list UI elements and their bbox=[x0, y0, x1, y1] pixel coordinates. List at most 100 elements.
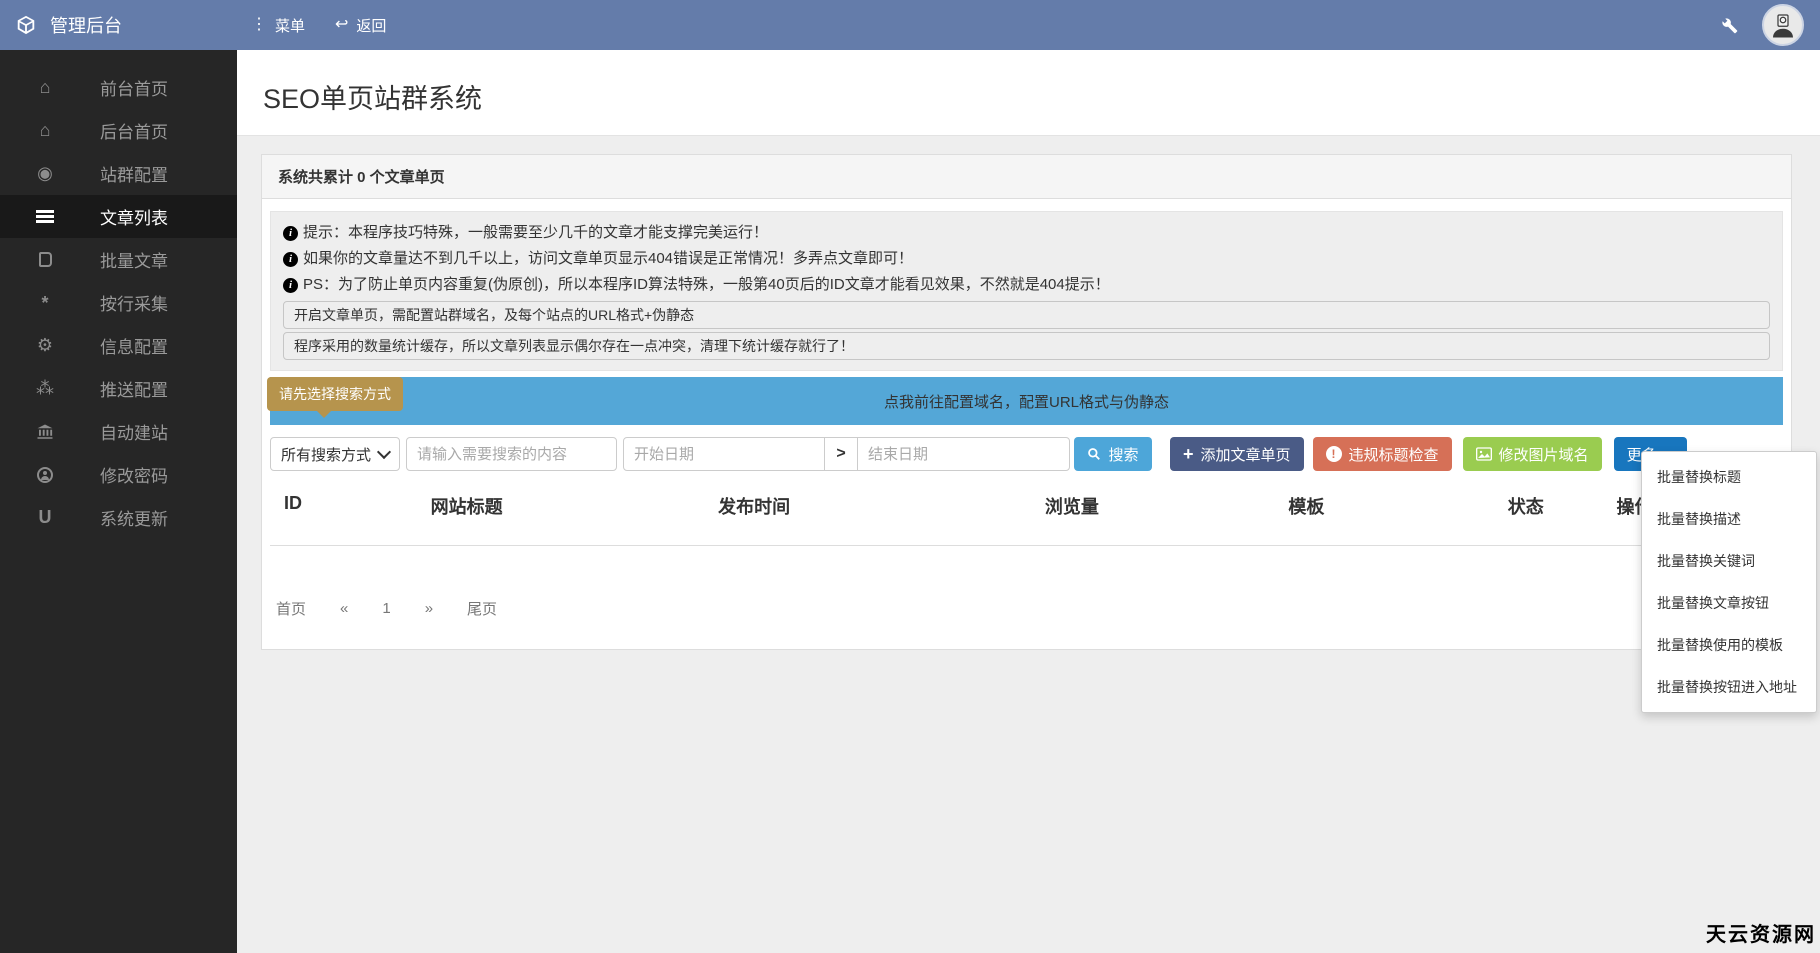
pagination-first[interactable]: 首页 bbox=[276, 598, 306, 619]
sidebar-item-label: 修改密码 bbox=[100, 467, 168, 486]
configure-domain-banner[interactable]: 点我前往配置域名，配置URL格式与伪静态 bbox=[270, 377, 1783, 425]
wrench-icon[interactable] bbox=[1721, 17, 1738, 34]
plus-icon: + bbox=[1183, 444, 1194, 464]
more-dropdown-menu: 批量替换标题 批量替换描述 批量替换关键词 批量替换文章按钮 批量替换使用的模板… bbox=[1641, 451, 1817, 713]
tips-well: i 提示：本程序技巧特殊，一般需要至少几千的文章才能支撑完美运行！ i 如果你的… bbox=[270, 211, 1783, 371]
user-icon bbox=[30, 466, 60, 483]
sidebar-item-auto-build[interactable]: 自动建站 bbox=[0, 410, 237, 453]
tip-line: i 提示：本程序技巧特殊，一般需要至少几千的文章才能支撑完美运行！ bbox=[283, 220, 1770, 246]
column-header-title: 网站标题 bbox=[430, 497, 503, 517]
sidebar-item-system-update[interactable]: U 系统更新 bbox=[0, 496, 237, 539]
search-mode-select[interactable]: 所有搜索方式 bbox=[270, 437, 400, 471]
watermark: 天云资源网 bbox=[1706, 924, 1816, 946]
book-icon bbox=[30, 252, 60, 267]
sidebar-item-admin-home[interactable]: ⌂ 后台首页 bbox=[0, 109, 237, 152]
date-separator: > bbox=[824, 437, 858, 471]
sidebar-item-label: 文章列表 bbox=[100, 209, 168, 228]
sidebar-item-label: 按行采集 bbox=[100, 295, 168, 314]
chevron-down-icon bbox=[376, 444, 392, 460]
exclamation-circle-icon: ! bbox=[1325, 446, 1342, 462]
sidebar-item-push-config[interactable]: ⁂ 推送配置 bbox=[0, 367, 237, 410]
column-header-status: 状态 bbox=[1507, 497, 1544, 517]
sidebar-item-sites-config[interactable]: ◉ 站群配置 bbox=[0, 152, 237, 195]
reply-icon: ↩ bbox=[335, 16, 349, 33]
navbar-right bbox=[1721, 4, 1820, 46]
title-check-button[interactable]: ! 违规标题检查 bbox=[1312, 437, 1452, 471]
sidebar-item-article-list[interactable]: 文章列表 bbox=[0, 195, 237, 238]
menu-toggle-button[interactable]: ⋮ 菜单 bbox=[251, 15, 305, 36]
title-bar: SEO单页站群系统 bbox=[237, 50, 1820, 136]
tip-text: 提示：本程序技巧特殊，一般需要至少几千的文章才能支撑完美运行！ bbox=[303, 224, 769, 241]
pagination-prev[interactable]: « bbox=[340, 600, 348, 617]
search-button[interactable]: 搜索 bbox=[1074, 437, 1152, 471]
add-article-label: 添加文章单页 bbox=[1200, 446, 1291, 464]
tip-text: PS：为了防止单页内容重复(伪原创)，所以本程序ID算法特殊，一般第40页后的I… bbox=[303, 276, 1110, 293]
app-title: 管理后台 bbox=[50, 16, 122, 36]
column-header-views: 浏览量 bbox=[1044, 497, 1099, 517]
menu-item-replace-title[interactable]: 批量替换标题 bbox=[1642, 456, 1816, 498]
sidebar-item-line-collect[interactable]: * 按行采集 bbox=[0, 281, 237, 324]
note-box: 程序采用的数量统计缓存，所以文章列表显示偶尔存在一点冲突，清理下统计缓存就行了！ bbox=[283, 332, 1770, 360]
tip-line: i 如果你的文章量达不到几千以上，访问文章单页显示404错误是正常情况！多弄点文… bbox=[283, 246, 1770, 272]
sidebar-item-info-config[interactable]: ⚙ 信息配置 bbox=[0, 324, 237, 367]
menu-item-replace-button-url[interactable]: 批量替换按钮进入地址 bbox=[1642, 666, 1816, 708]
image-domain-button[interactable]: 修改图片域名 bbox=[1462, 437, 1602, 471]
sidebar-item-label: 系统更新 bbox=[100, 510, 168, 529]
main-content: SEO单页站群系统 系统共累计 0 个文章单页 i 提示：本程序技巧特殊，一般需… bbox=[237, 50, 1820, 953]
date-range-group: > bbox=[623, 437, 1070, 471]
pagination: 首页 « 1 » 尾页 bbox=[270, 598, 1783, 619]
sidebar-item-label: 批量文章 bbox=[100, 252, 168, 271]
pagination-next[interactable]: » bbox=[425, 600, 433, 617]
user-avatar[interactable] bbox=[1762, 4, 1804, 46]
search-mode-value: 所有搜索方式 bbox=[281, 446, 372, 464]
articles-panel: 系统共累计 0 个文章单页 i 提示：本程序技巧特殊，一般需要至少几千的文章才能… bbox=[261, 154, 1792, 650]
cube-icon bbox=[15, 14, 37, 36]
back-button[interactable]: ↩ 返回 bbox=[335, 15, 386, 36]
sidebar-item-batch-articles[interactable]: 批量文章 bbox=[0, 238, 237, 281]
paw-icon: ⁂ bbox=[36, 378, 54, 398]
dots-icon: ⋮ bbox=[251, 16, 267, 33]
menu-item-replace-article-button[interactable]: 批量替换文章按钮 bbox=[1642, 582, 1816, 624]
search-button-label: 搜索 bbox=[1108, 446, 1139, 464]
pagination-page-1[interactable]: 1 bbox=[382, 600, 390, 617]
asterisk-icon: * bbox=[41, 292, 49, 313]
column-header-publish-time: 发布时间 bbox=[718, 497, 791, 517]
image-domain-label: 修改图片域名 bbox=[1498, 446, 1589, 464]
column-header-template: 模板 bbox=[1288, 497, 1325, 517]
menu-label: 菜单 bbox=[275, 17, 306, 35]
gear-icon: ⚙ bbox=[36, 335, 54, 355]
info-icon: i bbox=[283, 251, 298, 267]
sidebar-item-label: 前台首页 bbox=[100, 80, 168, 99]
bank-icon bbox=[30, 423, 60, 441]
sidebar-item-label: 推送配置 bbox=[100, 381, 168, 400]
sidebar-item-change-password[interactable]: 修改密码 bbox=[0, 453, 237, 496]
globe-icon: ◉ bbox=[37, 163, 53, 183]
top-navbar: 管理后台 ⋮ 菜单 ↩ 返回 bbox=[0, 0, 1820, 50]
panel-heading: 系统共累计 0 个文章单页 bbox=[262, 155, 1791, 199]
search-input[interactable] bbox=[406, 437, 617, 471]
sidebar-item-label: 自动建站 bbox=[100, 424, 168, 443]
pagination-last[interactable]: 尾页 bbox=[467, 598, 497, 619]
sidebar-nav: ⌂ 前台首页 ⌂ 后台首页 ◉ 站群配置 文章列表 批量文章 * 按行采集 ⚙ … bbox=[0, 50, 237, 953]
image-icon bbox=[1475, 447, 1492, 461]
sidebar-item-front-home[interactable]: ⌂ 前台首页 bbox=[0, 66, 237, 109]
tip-line: i PS：为了防止单页内容重复(伪原创)，所以本程序ID算法特殊，一般第40页后… bbox=[283, 272, 1770, 298]
info-icon: i bbox=[283, 225, 298, 241]
menu-item-replace-template[interactable]: 批量替换使用的模板 bbox=[1642, 624, 1816, 666]
end-date-input[interactable] bbox=[857, 437, 1070, 471]
search-toolbar: 所有搜索方式 > 搜索 + 添加文章单页 bbox=[270, 437, 1783, 471]
column-header-id: ID bbox=[284, 493, 302, 513]
menu-item-replace-description[interactable]: 批量替换描述 bbox=[1642, 498, 1816, 540]
magnifier-icon bbox=[1087, 447, 1101, 461]
title-check-label: 违规标题检查 bbox=[1348, 446, 1439, 464]
sidebar-item-label: 站群配置 bbox=[100, 166, 168, 185]
update-icon: U bbox=[38, 507, 52, 527]
search-mode-tooltip: 请先选择搜索方式 bbox=[267, 377, 403, 418]
sidebar-item-label: 信息配置 bbox=[100, 338, 168, 357]
page-title: SEO单页站群系统 bbox=[263, 84, 483, 114]
add-article-button[interactable]: + 添加文章单页 bbox=[1170, 437, 1304, 471]
start-date-input[interactable] bbox=[623, 437, 825, 471]
app-brand[interactable]: 管理后台 bbox=[0, 12, 237, 38]
table-header-row: ID 网站标题 发布时间 浏览量 模板 状态 操作 bbox=[270, 487, 1783, 546]
menu-item-replace-keywords[interactable]: 批量替换关键词 bbox=[1642, 540, 1816, 582]
